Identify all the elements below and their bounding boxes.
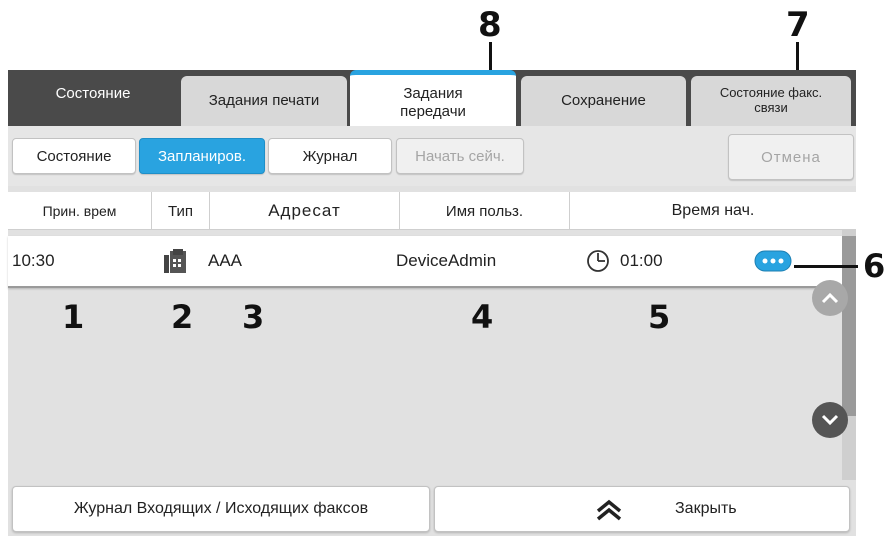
clock-icon <box>586 236 612 286</box>
tab-status-label: Состояние <box>55 85 131 103</box>
cancel-button[interactable]: Отмена <box>728 134 854 180</box>
tab-fax-status-label-line1: Состояние факс. <box>719 85 823 101</box>
column-type[interactable]: Тип <box>152 192 210 230</box>
close-button[interactable]: Закрыть <box>434 486 850 532</box>
jobs-screen: Состояние Задания печати Задания передач… <box>8 70 856 536</box>
callout-8: 8 <box>478 5 502 45</box>
column-user-name[interactable]: Имя польз. <box>400 192 570 230</box>
job-accepted-time: 10:30 <box>12 251 55 270</box>
main-tab-bar: Состояние Задания печати Задания передач… <box>8 70 856 130</box>
callout-5: 5 <box>648 298 671 336</box>
subtab-scheduled[interactable]: Запланиров. <box>139 138 265 174</box>
callout-3: 3 <box>242 298 265 336</box>
callout-1: 1 <box>62 298 85 336</box>
fax-icon <box>164 236 194 286</box>
sub-tab-bar: Состояние Запланиров. Журнал Начать сейч… <box>8 126 856 186</box>
job-row[interactable]: 10:30 AAA DeviceAdmin 01:00 <box>8 236 842 288</box>
subtab-log[interactable]: Журнал <box>268 138 392 174</box>
callout-7: 7 <box>786 5 810 45</box>
tab-storage[interactable]: Сохранение <box>521 76 686 126</box>
tab-send-jobs-label-line2: передачи <box>400 102 466 120</box>
column-header-row: Прин. врем Тип Адресат Имя польз. Время … <box>8 192 856 230</box>
fax-log-button-label: Журнал Входящих / Исходящих факсов <box>73 500 369 517</box>
close-button-label: Закрыть <box>675 500 737 517</box>
tab-fax-status[interactable]: Состояние факс. связи <box>691 76 851 126</box>
job-start-time: 01:00 <box>620 251 663 270</box>
tab-send-jobs-label-line1: Задания <box>403 85 463 103</box>
column-start-time[interactable]: Время нач. <box>570 192 856 230</box>
tab-status[interactable]: Состояние <box>8 70 178 126</box>
start-now-button[interactable]: Начать сейч. <box>396 138 524 174</box>
callout-4: 4 <box>471 298 494 336</box>
scroll-up-icon[interactable] <box>812 280 848 316</box>
callout-6-line <box>794 265 858 268</box>
job-destination: AAA <box>208 251 243 270</box>
tab-storage-label: Сохранение <box>561 92 646 110</box>
column-accepted-time[interactable]: Прин. врем <box>8 192 152 230</box>
tab-print-jobs-label: Задания печати <box>208 92 320 110</box>
job-user-name: DeviceAdmin <box>396 251 497 270</box>
tab-send-jobs[interactable]: Задания передачи <box>350 70 516 130</box>
double-chevron-up-icon <box>595 499 623 526</box>
callout-2: 2 <box>171 298 194 336</box>
tab-print-jobs[interactable]: Задания печати <box>181 76 347 126</box>
subtab-status[interactable]: Состояние <box>12 138 136 174</box>
callout-6: 6 <box>863 247 886 285</box>
scrollbar-thumb[interactable] <box>842 236 856 416</box>
column-destination[interactable]: Адресат <box>210 192 400 230</box>
scroll-down-icon[interactable] <box>812 402 848 438</box>
job-list: 10:30 AAA DeviceAdmin 01:00 1 2 3 4 5 <box>8 230 842 480</box>
tab-fax-status-label-line2: связи <box>754 100 788 115</box>
fax-log-button[interactable]: Журнал Входящих / Исходящих факсов <box>12 486 430 532</box>
footer-bar: Журнал Входящих / Исходящих факсов Закры… <box>8 480 856 536</box>
more-icon[interactable] <box>754 236 794 286</box>
